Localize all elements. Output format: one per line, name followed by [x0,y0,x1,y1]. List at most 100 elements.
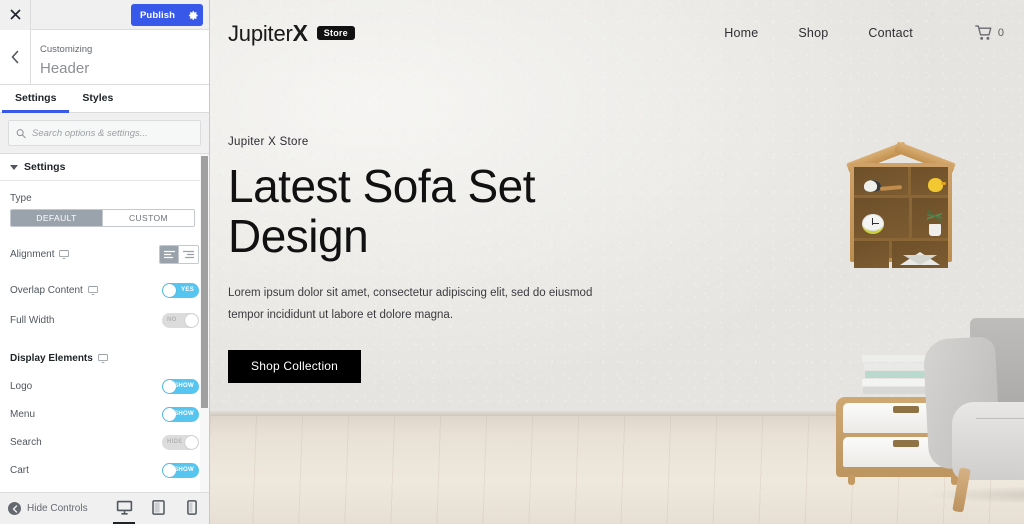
desktop-icon[interactable] [97,353,108,363]
hide-controls-label: Hide Controls [27,503,88,514]
book [863,387,929,394]
gear-icon [188,10,198,20]
shelf-cell [854,241,889,268]
type-option-custom[interactable]: CUSTOM [103,210,194,226]
shelf-row-middle [854,198,948,238]
customizer-bottombar: Hide Controls [0,492,209,524]
type-option-default[interactable]: DEFAULT [11,210,103,226]
customizer-header: Customizing Header [0,30,209,85]
customizer-scroll-body: Settings Type DEFAULT CUSTOM Alignment O… [0,154,209,492]
tablet-icon [151,499,165,515]
panel-scrollbar-thumb[interactable] [201,156,208,408]
search-input[interactable] [32,127,193,139]
control-alignment: Alignment [0,243,209,265]
site-header: JupiterX Store Home Shop Contact 0 [210,0,1024,66]
drawer-handle [892,406,919,413]
alignment-buttons [159,244,199,264]
control-logo: Logo SHOW [0,375,209,397]
toggle-knob [185,435,198,449]
full-width-toggle-state: NO [167,317,177,323]
panel-scrollbar[interactable] [200,154,209,492]
menu-label: Menu [10,408,36,420]
wooden-stick [879,185,903,191]
tab-styles[interactable]: Styles [69,85,126,113]
shelf-cell [854,198,910,238]
cart-button[interactable]: 0 [975,25,1004,41]
customizing-label: Customizing [40,44,93,56]
shelf-cell [910,167,948,195]
toggle-knob [163,463,176,477]
desktop-icon[interactable] [59,249,70,259]
align-right-button[interactable] [179,245,198,263]
type-label: Type [10,193,32,204]
chevron-left-icon [11,50,19,64]
toggle-knob [185,313,198,327]
wall-clock [862,214,884,234]
bird-figurine [864,180,881,192]
hero-paragraph: Lorem ipsum dolor sit amet, consectetur … [228,287,593,321]
hero-eyebrow: Jupiter X Store [228,136,309,148]
customizer-panel: Publish Customizing Header Settings Styl… [0,0,210,524]
drawer-handle [892,440,919,447]
desktop-icon [116,500,132,515]
control-search: Search HIDE [0,431,209,453]
section-settings-header[interactable]: Settings [0,154,209,181]
hero-section: Jupiter X Store Latest Sofa Set Design L… [228,136,628,383]
search-box[interactable] [8,120,201,146]
toggle-knob [163,379,176,393]
control-cart: Cart SHOW [0,459,209,481]
nav-link-shop[interactable]: Shop [798,26,828,40]
plant-pot [929,224,941,236]
toggle-knob [163,407,176,421]
site-nav: Home Shop Contact 0 [724,25,1004,41]
close-icon [9,9,21,20]
search-icon [16,128,26,138]
house-wall-shelf [846,141,956,268]
control-menu: Menu SHOW [0,403,209,425]
align-left-button[interactable] [160,245,179,263]
shelf-row-bottom [854,241,948,268]
menu-toggle[interactable]: SHOW [162,406,199,422]
shelf-cell [912,198,948,238]
align-left-icon [163,250,175,258]
display-elements-header: Display Elements [0,347,209,369]
device-desktop-button[interactable] [113,493,135,524]
nav-link-home[interactable]: Home [724,26,758,40]
shop-collection-button[interactable]: Shop Collection [228,349,362,383]
book [862,379,930,386]
device-mobile-button[interactable] [181,493,203,524]
control-type: Type DEFAULT CUSTOM [0,193,209,227]
overlap-content-toggle[interactable]: YES [162,282,199,298]
publish-button[interactable]: Publish [131,4,183,26]
shelf-compartments [854,167,948,268]
nav-link-contact[interactable]: Contact [868,26,912,40]
shelf-row-top [854,167,948,195]
full-width-toggle[interactable]: NO [162,312,199,328]
caret-down-icon [10,164,18,170]
alignment-label-group: Alignment [10,248,70,260]
header-titles: Customizing Header [31,30,209,84]
book [862,355,930,362]
publish-group: Publish [130,4,203,26]
logo-toggle[interactable]: SHOW [162,378,199,394]
cart-toggle[interactable]: SHOW [162,462,199,478]
desktop-icon[interactable] [87,285,98,295]
back-button[interactable] [0,30,31,84]
control-full-width: Full Width NO [0,309,209,331]
alignment-label: Alignment [10,248,55,260]
toggle-knob [163,283,176,297]
device-tablet-button[interactable] [147,493,169,524]
search-toggle[interactable]: HIDE [162,434,199,450]
tab-settings[interactable]: Settings [2,85,70,113]
customizer-tabs: Settings Styles [0,85,209,113]
mobile-icon [187,499,197,515]
close-customizer-button[interactable] [0,0,31,30]
overlap-content-label: Overlap Content [10,284,83,296]
site-logo[interactable]: JupiterX Store [228,20,355,47]
device-preview-buttons [113,493,203,524]
publish-settings-button[interactable] [183,4,203,26]
hide-controls-button[interactable]: Hide Controls [8,502,88,515]
control-overlap-content: Overlap Content YES [0,279,209,301]
collapse-left-icon [8,502,21,515]
cabinet-leg [848,475,855,485]
